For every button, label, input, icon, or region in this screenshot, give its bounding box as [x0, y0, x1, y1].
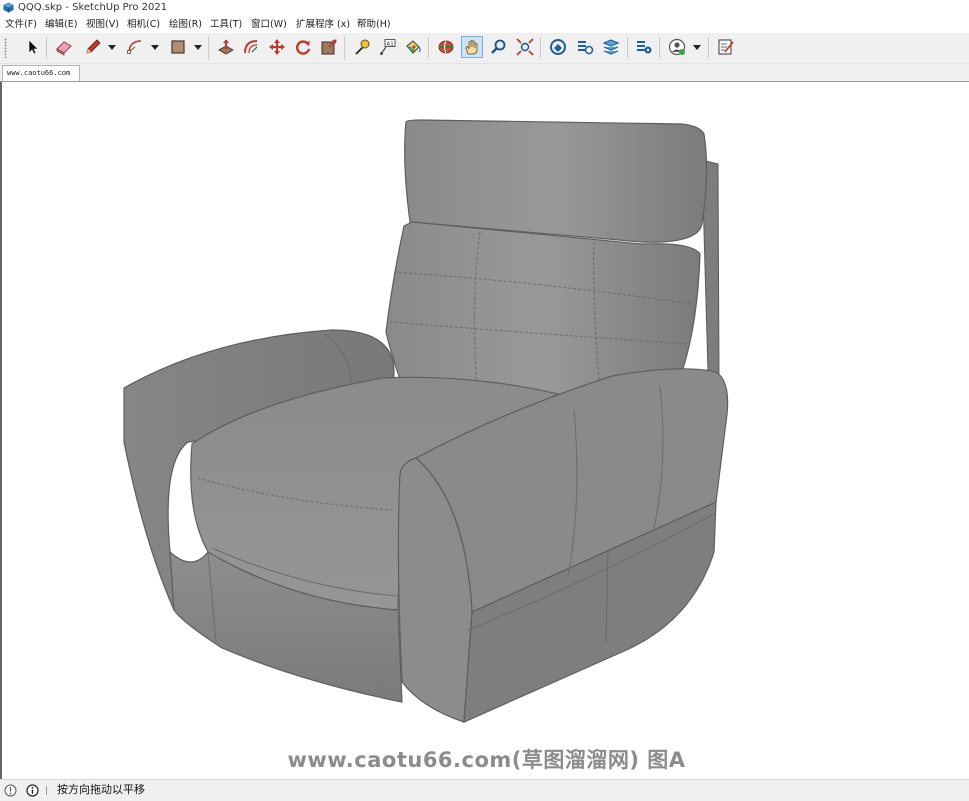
toolbar: A1: [0, 33, 969, 64]
eraser-icon: [56, 41, 72, 56]
extension-warehouse-button[interactable]: [574, 36, 596, 58]
info-icon[interactable]: [26, 784, 39, 797]
status-message: 按方向拖动以平移: [57, 783, 145, 796]
extension-warehouse-icon: [578, 41, 594, 55]
toolbar-separator: [344, 37, 345, 59]
scene-tab-bar: www.caotu66.com: [0, 64, 969, 82]
eraser-tool-button[interactable]: [53, 36, 75, 58]
orbit-icon: [438, 40, 454, 54]
extension-manager-button[interactable]: [633, 36, 655, 58]
menu-draw[interactable]: 绘图(R): [169, 18, 202, 31]
notes-icon: [718, 39, 734, 55]
zoom-extents-icon: [516, 38, 534, 56]
push-pull-tool-button[interactable]: [215, 36, 237, 58]
line-tool-button[interactable]: [82, 36, 104, 58]
arc-tool-button[interactable]: [124, 36, 146, 58]
offset-icon: [244, 40, 258, 54]
zoom-icon: [491, 39, 506, 54]
push-pull-icon: [218, 39, 234, 55]
menu-bar: 文件(F) 编辑(E) 视图(V) 相机(C) 绘图(R) 工具(T) 窗口(W…: [0, 16, 969, 33]
armchair-model: [123, 119, 729, 723]
orbit-tool-button[interactable]: [435, 36, 457, 58]
text-tool-button[interactable]: A1: [377, 36, 399, 58]
menu-camera[interactable]: 相机(C): [127, 18, 160, 31]
scale-icon: [321, 39, 337, 55]
status-divider: [46, 786, 47, 795]
menu-edit[interactable]: 编辑(E): [45, 18, 77, 31]
tape-measure-icon: [355, 39, 370, 55]
move-icon: [269, 39, 285, 55]
toolbar-separator: [428, 37, 429, 59]
rotate-icon: [296, 40, 311, 55]
menu-file[interactable]: 文件(F): [5, 18, 37, 31]
arc-icon: [127, 40, 142, 54]
toolbar-separator: [627, 37, 628, 59]
pan-hand-icon: [465, 40, 478, 55]
text-icon: A1: [380, 39, 396, 55]
toolbar-separator: [46, 37, 47, 59]
toolbar-separator: [708, 37, 709, 59]
armchair-headrest: [404, 119, 708, 243]
menu-window[interactable]: 窗口(W): [251, 18, 287, 31]
3d-warehouse-button[interactable]: [547, 36, 569, 58]
title-bar: QQQ.skp - SketchUp Pro 2021: [0, 0, 969, 16]
status-bar: 按方向拖动以平移: [0, 779, 969, 801]
offset-tool-button[interactable]: [240, 36, 262, 58]
svg-text:A1: A1: [387, 41, 394, 47]
toolbar-separator: [208, 37, 209, 59]
layout-send-icon: [602, 39, 620, 55]
scene-tab-label: www.caotu66.com: [7, 69, 71, 77]
rectangle-icon: [171, 40, 185, 54]
toolbar-separator: [659, 37, 660, 59]
send-to-layout-button[interactable]: [715, 36, 737, 58]
account-button[interactable]: [666, 36, 688, 58]
rotate-tool-button[interactable]: [292, 36, 314, 58]
menu-tools[interactable]: 工具(T): [210, 18, 242, 31]
chevron-down-icon[interactable]: [193, 41, 203, 53]
geolocation-icon[interactable]: [4, 784, 17, 797]
extension-manager-icon: [637, 41, 652, 54]
pencil-icon: [86, 39, 101, 54]
arrow-cursor-icon: [28, 39, 39, 55]
rectangle-tool-button[interactable]: [167, 36, 189, 58]
menu-view[interactable]: 视图(V): [86, 18, 119, 31]
move-tool-button[interactable]: [266, 36, 288, 58]
menu-extensions[interactable]: 扩展程序 (x): [296, 18, 350, 31]
paint-bucket-tool-button[interactable]: [402, 36, 424, 58]
model-viewport[interactable]: www.caotu66.com(草图溜溜网) 图A: [0, 82, 969, 779]
paint-bucket-icon: [406, 40, 421, 54]
chevron-down-icon[interactable]: [150, 41, 160, 53]
menu-help[interactable]: 帮助(H): [357, 18, 391, 31]
user-account-icon: [668, 38, 686, 56]
chevron-down-icon[interactable]: [107, 41, 117, 53]
layout-send-button[interactable]: [600, 36, 622, 58]
scale-tool-button[interactable]: [318, 36, 340, 58]
zoom-tool-button[interactable]: [488, 36, 510, 58]
pan-tool-button[interactable]: [461, 36, 483, 58]
chevron-down-icon[interactable]: [692, 41, 702, 53]
select-tool-button[interactable]: [21, 36, 43, 58]
window-title: QQQ.skp - SketchUp Pro 2021: [18, 2, 168, 13]
toolbar-separator: [540, 37, 541, 59]
toolbar-grip[interactable]: [4, 38, 7, 58]
zoom-extents-tool-button[interactable]: [514, 36, 536, 58]
scene-tab[interactable]: www.caotu66.com: [2, 65, 80, 81]
tape-measure-tool-button[interactable]: [351, 36, 373, 58]
sketchup-logo-icon: [3, 2, 14, 13]
warehouse-icon: [550, 39, 566, 55]
watermark: www.caotu66.com(草图溜溜网) 图A: [287, 748, 686, 772]
